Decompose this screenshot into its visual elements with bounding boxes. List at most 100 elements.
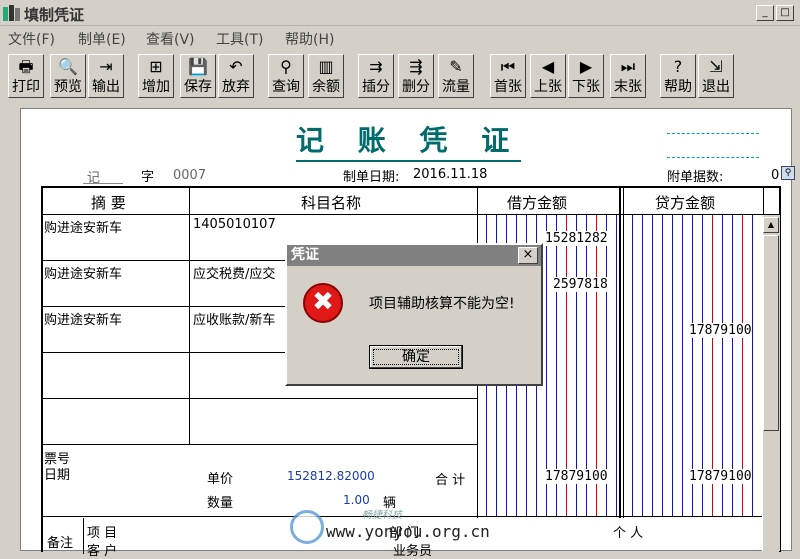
remark-label: 备注 <box>47 536 74 551</box>
amount-ruling <box>642 215 643 516</box>
dashed-line <box>667 133 759 134</box>
row-account[interactable]: 应收账款/新车 <box>193 309 293 328</box>
row-summary[interactable]: 购进途安新车 <box>44 217 122 236</box>
menu-voucher[interactable]: 制单(E) <box>78 29 126 49</box>
exit-icon: ⇲ <box>709 57 723 76</box>
row-debit[interactable]: 15281282 <box>545 231 608 246</box>
toolbar-label: 流量 <box>442 79 470 95</box>
toolbar: 🖶 打印 🔍 预览 ⇥ 输出 ⊞ 增加 💾 保存 ↶ 放弃 ⚲ 查询 ▥ 余额 ⇉ 插分 ⇶ 删分 ✎ 流量 ⏮ 首张 ◀ 上张 ▶… <box>0 50 800 100</box>
toolbar-button-6[interactable]: ⚲ 查询 <box>268 54 304 98</box>
dashed-line <box>667 157 759 158</box>
printer-icon: 🖶 <box>18 57 34 76</box>
watermark-text: www.yonyou.org.cn <box>326 522 490 541</box>
vertical-scrollbar[interactable]: ▲ <box>762 215 780 551</box>
prev-icon: ◀ <box>541 57 555 76</box>
row-credit[interactable]: 17879100 <box>689 323 752 338</box>
toolbar-button-8[interactable]: ⇉ 插分 <box>358 54 394 98</box>
menu-view[interactable]: 查看(V) <box>146 29 195 49</box>
date-label: 制单日期: <box>343 170 400 185</box>
total-label: 合 计 <box>435 473 466 488</box>
toolbar-label: 末张 <box>614 79 642 95</box>
row-account[interactable]: 1405010107 <box>193 217 276 232</box>
row-account[interactable]: 应交税费/应交 <box>193 263 293 282</box>
scroll-up-button[interactable]: ▲ <box>763 217 779 233</box>
dialog-close-button[interactable]: × <box>518 247 538 264</box>
watermark-logo-icon <box>290 510 324 544</box>
scroll-thumb[interactable] <box>763 235 779 431</box>
customer-label: 客 户 <box>87 544 118 559</box>
minimize-button[interactable]: _ <box>756 5 774 21</box>
toolbar-label: 查询 <box>272 79 300 95</box>
toolbar-label: 帮助 <box>664 79 692 95</box>
menu-help[interactable]: 帮助(H) <box>285 29 334 49</box>
voucher-title: 记 账 凭 证 <box>296 119 522 162</box>
search-icon[interactable]: ⚲ <box>781 166 795 180</box>
preview-icon: 🔍 <box>58 57 78 76</box>
toolbar-label: 输出 <box>92 79 120 95</box>
toolbar-button-5[interactable]: ↶ 放弃 <box>218 54 254 98</box>
menu-tools[interactable]: 工具(T) <box>216 29 263 49</box>
person-label: 个 人 <box>613 526 644 541</box>
toolbar-button-9[interactable]: ⇶ 删分 <box>398 54 434 98</box>
toolbar-button-4[interactable]: 💾 保存 <box>180 54 216 98</box>
unit-price[interactable]: 152812.82000 <box>287 469 375 483</box>
toolbar-button-16[interactable]: ⇲ 退出 <box>698 54 734 98</box>
dialog-title-text: 凭证 <box>291 247 319 263</box>
watermark-sub: 畅捷科技 <box>362 510 402 521</box>
unit-price-label: 单价 <box>207 472 234 487</box>
amount-ruling <box>672 215 673 516</box>
toolbar-label: 余额 <box>312 79 340 95</box>
last-icon: ⏭ <box>620 57 636 76</box>
header-summary: 摘 要 <box>91 194 126 212</box>
amount-ruling <box>662 215 663 516</box>
row-summary[interactable]: 购进途安新车 <box>44 263 122 282</box>
toolbar-button-13[interactable]: ▶ 下张 <box>568 54 604 98</box>
export-icon: ⇥ <box>99 57 113 76</box>
toolbar-button-12[interactable]: ◀ 上张 <box>530 54 566 98</box>
toolbar-button-10[interactable]: ✎ 流量 <box>438 54 474 98</box>
header-debit: 借方金额 <box>507 194 568 212</box>
toolbar-button-14[interactable]: ⏭ 末张 <box>610 54 646 98</box>
watermark: 畅捷科技 www.yonyou.org.cn <box>290 508 525 551</box>
voucher-number[interactable]: 0007 <box>173 168 206 183</box>
toolbar-button-0[interactable]: 🖶 打印 <box>8 54 44 98</box>
attach-count[interactable]: 0 <box>771 168 779 183</box>
toolbar-label: 插分 <box>362 79 390 95</box>
toolbar-button-3[interactable]: ⊞ 增加 <box>138 54 174 98</box>
zi-label: 字 <box>141 170 155 185</box>
header-account: 科目名称 <box>301 194 362 212</box>
amount-ruling <box>632 215 633 516</box>
add-icon: ⊞ <box>149 57 163 76</box>
toolbar-button-7[interactable]: ▥ 余额 <box>308 54 344 98</box>
error-icon: ✖ <box>303 283 343 323</box>
row-debit[interactable]: 2597818 <box>553 277 608 292</box>
app-icon <box>2 4 22 22</box>
qty[interactable]: 1.00 <box>343 493 370 507</box>
delete-entry-icon: ⇶ <box>409 57 423 76</box>
amount-ruling <box>616 215 617 516</box>
maximize-button[interactable]: □ <box>776 5 794 21</box>
toolbar-label: 下张 <box>572 79 600 95</box>
row-summary[interactable]: 购进途安新车 <box>44 309 122 328</box>
voucher-date[interactable]: 2016.11.18 <box>413 167 487 182</box>
balance-chart-icon: ▥ <box>318 57 334 76</box>
toolbar-button-2[interactable]: ⇥ 输出 <box>88 54 124 98</box>
total-credit: 17879100 <box>689 469 752 484</box>
flow-icon: ✎ <box>449 57 463 76</box>
toolbar-button-15[interactable]: ? 帮助 <box>660 54 696 98</box>
title-bar: 填制凭证 _ □ <box>0 0 800 26</box>
menu-file[interactable]: 文件(F) <box>8 29 55 49</box>
col-divider <box>189 188 190 445</box>
row-divider <box>43 444 477 445</box>
amount-ruling <box>752 215 753 516</box>
toolbar-button-11[interactable]: ⏮ 首张 <box>490 54 526 98</box>
type-underline <box>83 183 123 184</box>
date-field-label: 日期 <box>44 468 71 483</box>
ok-button[interactable]: 确定 <box>369 345 463 369</box>
attach-label: 附单据数: <box>667 170 724 185</box>
qty-label: 数量 <box>207 496 234 511</box>
toolbar-label: 删分 <box>402 79 430 95</box>
toolbar-button-1[interactable]: 🔍 预览 <box>50 54 86 98</box>
window-title: 填制凭证 <box>24 6 85 24</box>
menu-bar: 文件(F) 制单(E) 查看(V) 工具(T) 帮助(H) <box>0 26 800 50</box>
